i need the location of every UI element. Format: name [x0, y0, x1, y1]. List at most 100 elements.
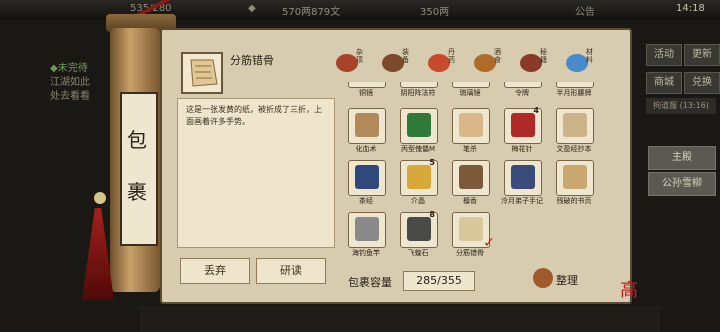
- event-button[interactable]: 活动: [646, 44, 682, 66]
- inventory-slot[interactable]: 4 梅花针: [500, 106, 544, 156]
- bag-title-top: 包: [127, 128, 147, 152]
- category-label: 装备: [402, 48, 409, 64]
- category-icon: [382, 54, 404, 72]
- sort-button[interactable]: 整理: [556, 272, 578, 288]
- tab-category-3[interactable]: 酒食: [474, 48, 501, 74]
- slot-frame: 4: [504, 106, 542, 144]
- inventory-slot[interactable]: 化血术: [344, 108, 388, 156]
- item-name: 笔杀: [463, 145, 477, 153]
- needle-icon: [511, 113, 535, 137]
- category-icon: [428, 54, 450, 72]
- item-name: 铜镜: [359, 89, 373, 97]
- inventory-slot[interactable]: 檀香: [448, 160, 492, 208]
- inventory-slot[interactable]: ✓ 分筋错骨: [448, 212, 495, 260]
- shop-button[interactable]: 商城: [646, 72, 682, 94]
- page-icon: [563, 165, 587, 189]
- category-label: 材料: [586, 48, 593, 64]
- category-tabs: 杂项 装备 丹药 酒食 秘籍 材料: [336, 48, 608, 78]
- inventory-slot[interactable]: 半月形腰牌: [552, 82, 596, 100]
- item-count: 8: [429, 210, 435, 219]
- item-count: 5: [429, 158, 435, 167]
- bag-title-bottom: 裹: [127, 180, 147, 204]
- tab-category-0[interactable]: 杂项: [336, 48, 363, 74]
- category-label: 秘籍: [540, 48, 547, 64]
- exchange-button[interactable]: 兑换: [684, 72, 720, 94]
- item-grid: 铜镜 阴阳阵法符 琉璃镜 令牌 半月形腰牌化血术 丙型傀儡M 笔杀 4 梅花针 文盈经抄本茶经 5 介…: [344, 82, 606, 266]
- server-label: 拘道服 (13:16): [646, 98, 716, 114]
- book-icon: [355, 165, 379, 189]
- item-name: 梅花针: [511, 145, 533, 153]
- item-name: 飞蝗石: [407, 249, 429, 257]
- corner-emblem: 高: [620, 280, 638, 301]
- item-name: 令牌: [515, 89, 529, 97]
- main-hall-button[interactable]: 主殿: [648, 146, 716, 170]
- page-icon: [563, 113, 587, 137]
- slot-frame: [348, 212, 386, 248]
- category-label: 酒食: [494, 48, 501, 64]
- gold-value: 350两: [420, 7, 450, 18]
- item-name: 泠月弟子手记: [501, 197, 543, 205]
- scroll-icon: [355, 113, 379, 137]
- item-name: 化血术: [355, 145, 377, 153]
- slot-frame: [452, 108, 490, 144]
- paper-icon: [190, 59, 218, 87]
- item-name: 阴阳阵法符: [400, 89, 436, 97]
- inventory-slot[interactable]: 海钓鱼竿: [344, 212, 388, 260]
- inventory-slot[interactable]: 茶经: [344, 160, 388, 208]
- paper-icon: [459, 113, 483, 137]
- page-icon: [459, 217, 483, 241]
- item-description: 这是一张发黄的纸，被折成了三折，上面画着许多手势。: [186, 105, 322, 126]
- item-name: 半月形腰牌: [556, 89, 592, 97]
- category-icon: [566, 54, 588, 72]
- currency-value: 570两879文: [282, 7, 341, 18]
- inventory-slot[interactable]: 泠月弟子手记: [500, 160, 544, 208]
- inventory-slot[interactable]: 笔杀: [448, 108, 492, 156]
- quest-tracker[interactable]: ◆未完待 江湖如此 处去看看: [50, 62, 90, 104]
- tab-category-4[interactable]: 秘籍: [520, 48, 547, 74]
- selected-item-icon: [181, 52, 223, 94]
- incense-icon: [459, 165, 483, 189]
- quest-line: 处去看看: [50, 91, 90, 102]
- quest-line: 江湖如此: [50, 77, 90, 88]
- update-button[interactable]: 更新: [684, 44, 720, 66]
- category-icon: [520, 54, 542, 72]
- tab-category-1[interactable]: 装备: [382, 48, 409, 74]
- item-name: 文盈经抄本: [556, 145, 592, 153]
- study-button[interactable]: 研读: [256, 258, 326, 284]
- slot-frame: [504, 160, 542, 196]
- slot-frame: [400, 108, 438, 144]
- puppet-icon: [407, 113, 431, 137]
- announcement-button[interactable]: 公告: [575, 3, 595, 18]
- item-count: 4: [533, 106, 539, 115]
- capacity-label: 包裹容量: [348, 276, 392, 289]
- selected-item-name: 分筋错骨: [230, 54, 274, 67]
- inventory-slot[interactable]: 8 飞蝗石: [396, 210, 440, 260]
- tab-category-2[interactable]: 丹药: [428, 48, 455, 74]
- item-name: 残破的书页: [556, 197, 592, 205]
- item-name: 分筋错骨: [456, 249, 484, 257]
- inventory-slot[interactable]: 铜镜: [344, 82, 388, 100]
- category-icon: [474, 54, 496, 72]
- slot-frame: ✓: [452, 212, 495, 251]
- diamond-icon: ◆: [50, 63, 58, 74]
- inventory-slot[interactable]: 残破的书页: [552, 160, 596, 208]
- inventory-slot[interactable]: 琉璃镜: [448, 82, 492, 100]
- inventory-slot[interactable]: 阴阳阵法符: [396, 82, 440, 100]
- slot-frame: 5: [400, 158, 438, 196]
- scroll-bead: [94, 192, 106, 204]
- category-label: 杂项: [356, 48, 363, 64]
- tab-category-5[interactable]: 材料: [566, 48, 593, 74]
- item-name: 檀香: [463, 197, 477, 205]
- crystal-icon: [407, 165, 431, 189]
- inventory-slot[interactable]: 令牌: [500, 82, 544, 100]
- item-name: 丙型傀儡M: [400, 145, 436, 153]
- stone-icon: [407, 217, 431, 241]
- category-label: 丹药: [448, 48, 455, 64]
- npc-button[interactable]: 公孙雪柳: [648, 172, 716, 196]
- inventory-slot[interactable]: 文盈经抄本: [552, 108, 596, 156]
- slot-frame: [556, 160, 594, 196]
- inventory-slot[interactable]: 5 介晶: [396, 158, 440, 208]
- bag-icon[interactable]: [533, 268, 553, 288]
- discard-button[interactable]: 丢弃: [180, 258, 250, 284]
- inventory-slot[interactable]: 丙型傀儡M: [396, 108, 440, 156]
